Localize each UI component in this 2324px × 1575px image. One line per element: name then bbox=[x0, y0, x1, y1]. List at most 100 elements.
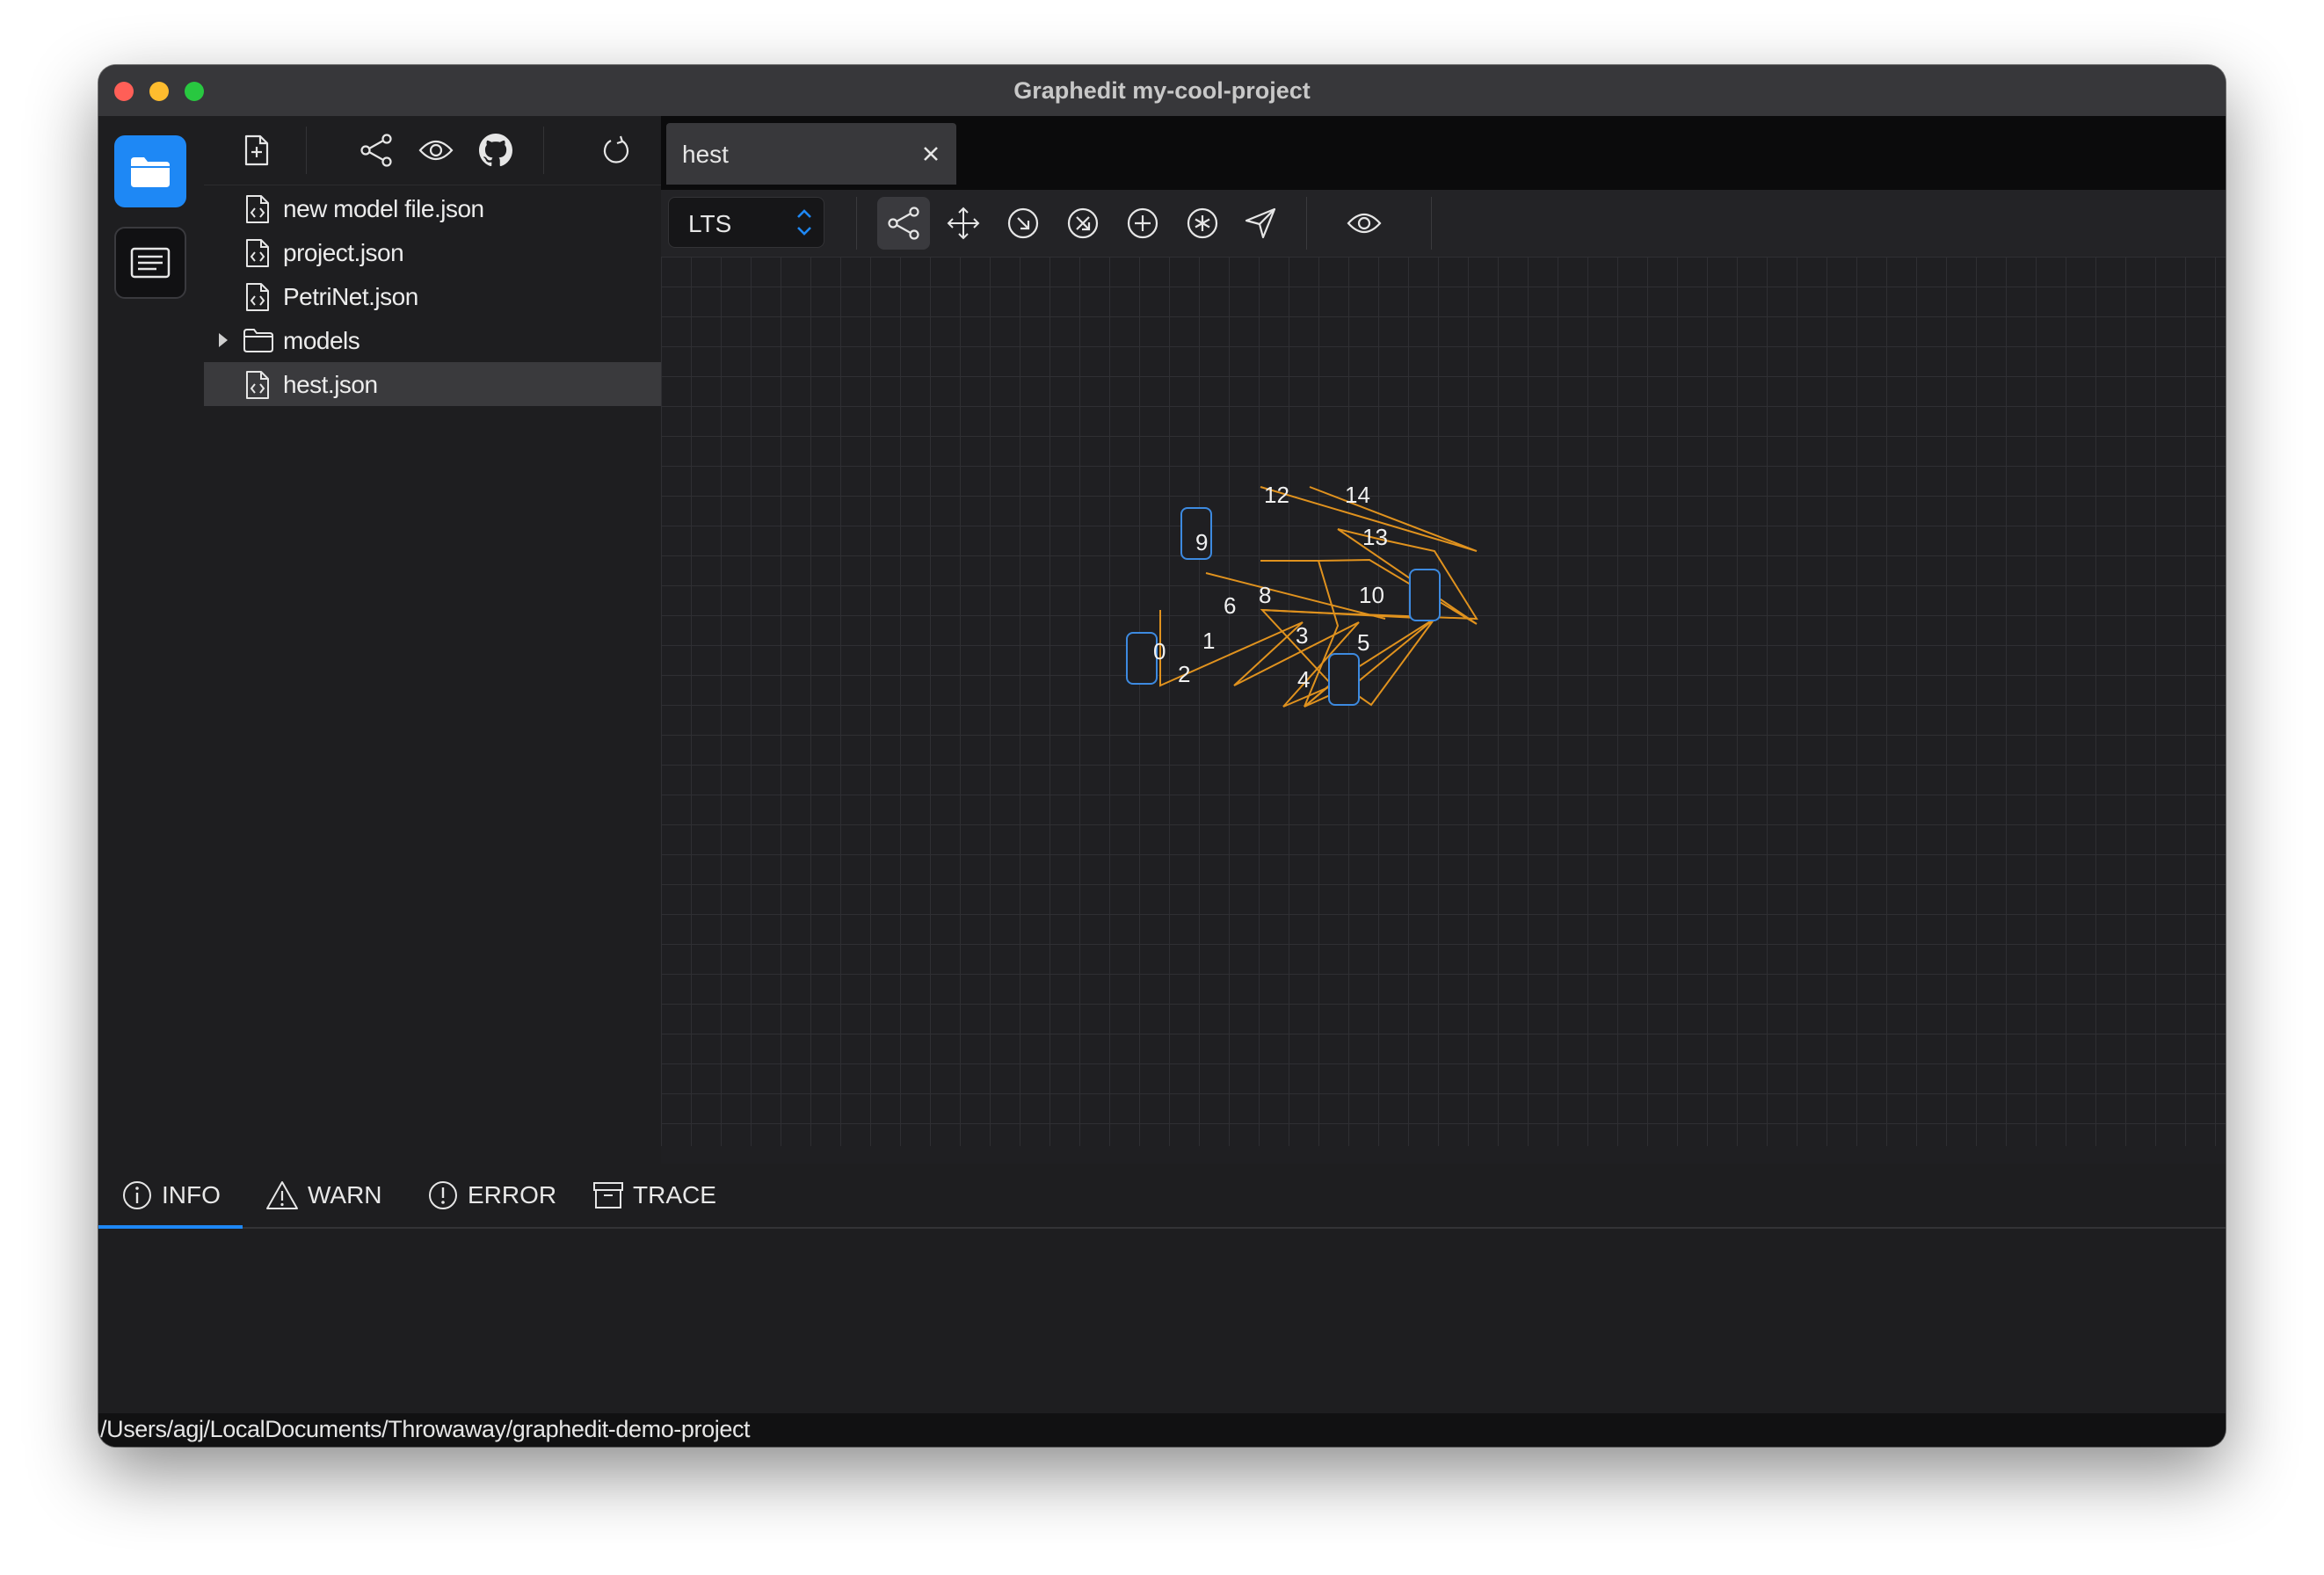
edge-label: 10 bbox=[1359, 582, 1384, 608]
file-name: PetriNet.json bbox=[283, 283, 418, 310]
error-circle-icon bbox=[429, 1181, 457, 1209]
model-type-select[interactable]: LTS bbox=[668, 197, 824, 248]
tab-hest[interactable]: hest bbox=[666, 123, 956, 185]
files-view-button[interactable] bbox=[114, 135, 186, 207]
arrow-down-right-circle-icon bbox=[1007, 207, 1039, 239]
asterisk-circle-icon bbox=[1187, 207, 1218, 239]
edge-label: 6 bbox=[1224, 592, 1236, 619]
file-explorer: new model file.json project.json PetriNe… bbox=[204, 116, 661, 1215]
folder-name: models bbox=[283, 327, 360, 354]
model-type-value: LTS bbox=[688, 210, 732, 237]
edge-label: 2 bbox=[1178, 661, 1190, 687]
chevron-up-down-icon bbox=[797, 209, 811, 236]
graph-canvas[interactable]: 0 1 2 3 4 5 6 8 9 10 12 13 14 bbox=[661, 257, 2226, 1146]
warning-triangle-icon bbox=[266, 1181, 298, 1209]
file-name: project.json bbox=[283, 239, 404, 266]
simulate-button[interactable] bbox=[1234, 197, 1287, 250]
move-tool-button[interactable] bbox=[937, 197, 990, 250]
tab-info[interactable]: INFO bbox=[98, 1164, 243, 1229]
close-tab-icon[interactable] bbox=[919, 142, 942, 165]
file-name: new model file.json bbox=[283, 195, 484, 222]
preview-button[interactable] bbox=[417, 131, 455, 170]
code-file-icon bbox=[246, 239, 269, 267]
code-file-icon bbox=[246, 371, 269, 399]
file-name: hest.json bbox=[283, 371, 378, 398]
view-options-button[interactable] bbox=[1338, 197, 1391, 250]
eye-icon bbox=[1347, 213, 1382, 234]
tab-trace[interactable]: TRACE bbox=[592, 1164, 733, 1227]
document-text-icon bbox=[130, 247, 171, 279]
code-file-icon bbox=[246, 195, 269, 223]
file-item-petrinet[interactable]: PetriNet.json bbox=[204, 274, 661, 318]
log-tabs: INFO WARN ERROR TRACE bbox=[98, 1164, 2226, 1229]
archive-box-icon bbox=[593, 1182, 623, 1208]
file-item-project[interactable]: project.json bbox=[204, 230, 661, 274]
refresh-button[interactable] bbox=[598, 131, 636, 170]
tab-label: WARN bbox=[308, 1181, 382, 1208]
project-path: /Users/agj/LocalDocuments/Throwaway/grap… bbox=[100, 1416, 751, 1442]
edge-label: 14 bbox=[1345, 482, 1370, 508]
edge-label: 0 bbox=[1153, 638, 1166, 664]
edge-label: 3 bbox=[1296, 622, 1308, 649]
eye-icon bbox=[418, 140, 454, 161]
edge-label: 9 bbox=[1195, 529, 1208, 555]
state-node[interactable] bbox=[1328, 653, 1360, 706]
file-item-new-model-file[interactable]: new model file.json bbox=[204, 186, 661, 230]
state-node[interactable] bbox=[1409, 569, 1441, 621]
title-bar: Graphedit my-cool-project bbox=[98, 65, 2226, 117]
tab-warn[interactable]: WARN bbox=[265, 1164, 406, 1227]
code-file-icon bbox=[246, 283, 269, 311]
edge-label: 4 bbox=[1297, 666, 1310, 693]
state-node[interactable] bbox=[1126, 632, 1158, 685]
activity-bar bbox=[98, 116, 204, 1215]
tab-label: ERROR bbox=[468, 1181, 557, 1208]
tab-label: hest bbox=[682, 141, 729, 168]
arrow-remove-circle-icon bbox=[1067, 207, 1099, 239]
edge-label: 5 bbox=[1357, 629, 1369, 656]
window-title: Graphedit my-cool-project bbox=[1013, 77, 1311, 104]
log-view-button[interactable] bbox=[114, 227, 186, 299]
app-window: Graphedit my-cool-project new model file… bbox=[98, 65, 2226, 1447]
file-item-hest[interactable]: hest.json bbox=[204, 362, 661, 406]
toolbar-separator bbox=[543, 127, 544, 174]
github-icon bbox=[479, 134, 512, 167]
share-graph-button[interactable] bbox=[357, 131, 396, 170]
delete-transition-button[interactable] bbox=[1057, 197, 1109, 250]
toolbar-separator bbox=[306, 127, 307, 174]
graph-svg[interactable]: 0 12 3 4 5 6 8 9 10 12 13 14 bbox=[661, 257, 2226, 1146]
toolbar-separator bbox=[1306, 197, 1307, 250]
status-bar: /Users/agj/LocalDocuments/Throwaway/grap… bbox=[98, 1413, 2226, 1447]
select-tool-button[interactable] bbox=[877, 197, 930, 250]
github-button[interactable] bbox=[476, 131, 515, 170]
tab-label: TRACE bbox=[633, 1181, 716, 1208]
add-transition-button[interactable] bbox=[997, 197, 1049, 250]
tab-error[interactable]: ERROR bbox=[427, 1164, 568, 1227]
graph-toolbar: LTS bbox=[661, 190, 2226, 257]
new-file-button[interactable] bbox=[237, 131, 276, 170]
info-circle-icon bbox=[123, 1181, 151, 1209]
share-icon bbox=[888, 207, 919, 240]
folder-item-models[interactable]: models bbox=[204, 318, 661, 362]
graph-editor: hest LTS 0 1 2 3 4 5 6 8 9 10 12 13 14 bbox=[661, 116, 2226, 1215]
log-output bbox=[98, 1229, 2226, 1413]
tab-label: INFO bbox=[162, 1181, 221, 1208]
plus-circle-icon bbox=[1127, 207, 1158, 239]
edge-label: 1 bbox=[1202, 628, 1215, 654]
edge-label: 12 bbox=[1264, 482, 1289, 508]
chevron-right-icon[interactable] bbox=[218, 332, 229, 348]
send-arrow-icon bbox=[1245, 207, 1276, 239]
refresh-icon bbox=[603, 135, 629, 163]
mark-initial-button[interactable] bbox=[1176, 197, 1229, 250]
add-state-button[interactable] bbox=[1116, 197, 1169, 250]
edge-label: 13 bbox=[1362, 524, 1388, 550]
editor-tab-bar: hest bbox=[661, 116, 2226, 190]
new-file-icon bbox=[244, 134, 269, 166]
toolbar-separator bbox=[856, 197, 857, 250]
edge-label: 8 bbox=[1259, 582, 1271, 608]
share-icon bbox=[360, 134, 392, 167]
explorer-toolbar bbox=[204, 116, 661, 185]
folder-icon bbox=[243, 329, 273, 352]
folder-icon bbox=[131, 157, 170, 187]
move-arrows-icon bbox=[947, 207, 980, 240]
toolbar-separator bbox=[1431, 197, 1432, 250]
